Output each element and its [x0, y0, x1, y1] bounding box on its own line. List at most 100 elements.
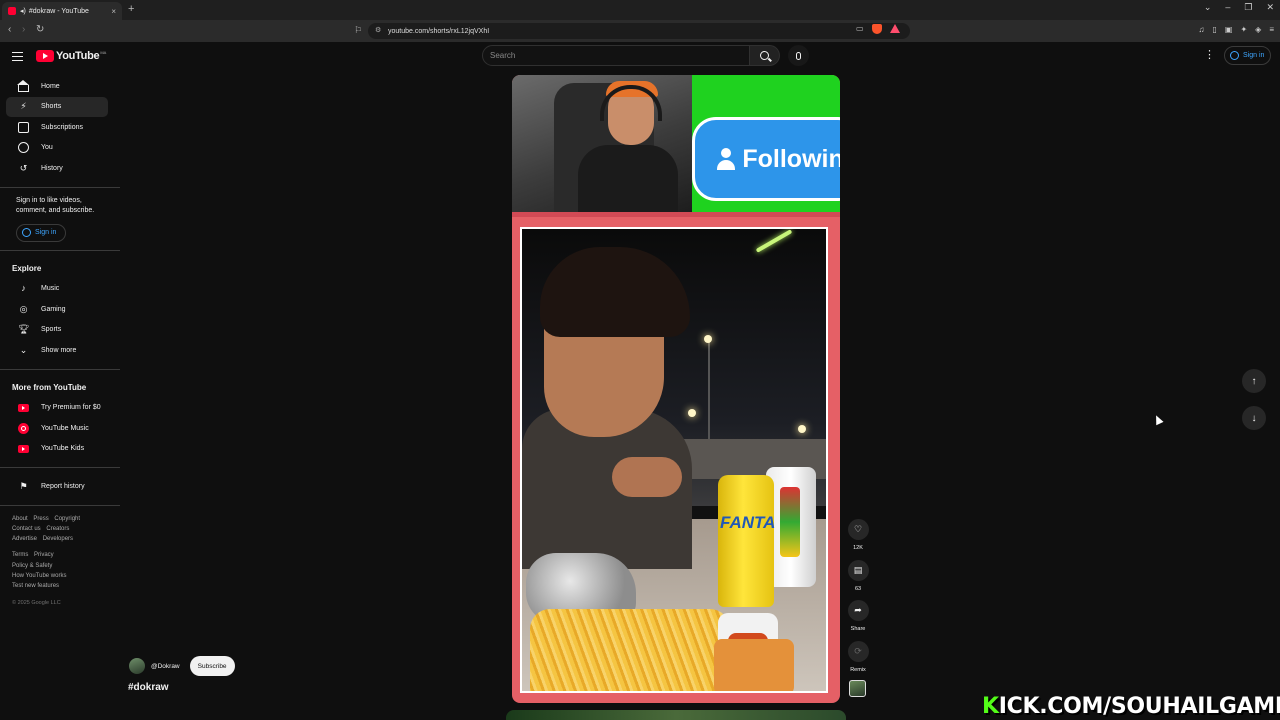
street-lamp [798, 425, 806, 433]
history-icon: ↺ [19, 162, 28, 173]
next-short-preview[interactable] [506, 710, 846, 720]
sidebar-item-subscriptions[interactable]: Subscriptions [6, 117, 108, 138]
reload-icon[interactable]: ↻ [36, 24, 44, 35]
sidebar-divider [0, 504, 120, 506]
remix-icon[interactable]: ⟳ [847, 640, 869, 662]
sidebar-item-youtube-kids[interactable]: YouTube Kids [6, 439, 108, 460]
footer-link[interactable]: Terms [12, 552, 28, 558]
search-button[interactable] [750, 45, 780, 66]
sidebar-toggle-icon[interactable]: ▯ [1213, 25, 1217, 34]
sidebar-item-premium[interactable]: Try Premium for $0 [6, 398, 108, 419]
sidebar-sign-in-button[interactable]: Sign in [16, 223, 66, 242]
browser-tab[interactable]: ◂) #dokraw - YouTube × [2, 2, 122, 20]
footer-link[interactable]: Developers [43, 536, 73, 542]
short-title[interactable]: #dokraw [128, 682, 169, 693]
flag-icon: ⚑ [19, 480, 28, 491]
vpn-icon[interactable]: ◈ [1255, 25, 1261, 34]
sound-avatar[interactable] [849, 680, 866, 697]
footer-link[interactable]: Privacy [34, 552, 54, 558]
sidebar-item-report-history[interactable]: ⚑ Report history [6, 476, 108, 497]
footer-link[interactable]: Press [33, 516, 48, 522]
sidebar-item-label: YouTube Kids [41, 445, 85, 453]
voice-search-button[interactable] [788, 45, 809, 66]
new-tab-button[interactable]: + [128, 3, 134, 15]
thumbs-up-icon[interactable]: ♡ [847, 519, 869, 540]
sidebar-item-show-more[interactable]: ⌄ Show more [6, 340, 108, 361]
sign-in-prompt: Sign in to like videos, comment, and sub… [16, 196, 95, 214]
wallet-icon[interactable]: ▣ [1225, 25, 1233, 34]
back-icon[interactable]: ‹ [8, 24, 11, 35]
menu-icon[interactable] [12, 52, 23, 61]
sidebar-item-label: Home [41, 82, 60, 90]
footer-link[interactable]: Advertise [12, 536, 37, 542]
sidebar-item-label: Subscriptions [41, 123, 84, 131]
sidebar-divider [0, 368, 120, 370]
previous-short-button[interactable]: ↑ [1242, 369, 1266, 393]
comment-count: 63 [854, 585, 862, 592]
header-sign-in-label: Sign in [1243, 52, 1265, 59]
sidebar-item-youtube-music[interactable]: YouTube Music [6, 418, 108, 439]
footer-link[interactable]: Test new features [12, 583, 59, 589]
shorts-video-player[interactable]: Following FANTA [512, 75, 840, 703]
url-text: youtube.com/shorts/rxL12jqVXhI [388, 27, 490, 35]
media-icon[interactable]: ♫ [1199, 25, 1205, 34]
footer-link[interactable]: Policy & Safety [12, 563, 52, 569]
speaker-icon[interactable]: ◂) [20, 7, 26, 15]
menu-icon[interactable]: ≡ [1269, 25, 1274, 34]
sidebar-item-sports[interactable]: 🏆︎ Sports [6, 320, 108, 341]
close-tab-icon[interactable]: × [111, 7, 116, 16]
sidebar-divider [0, 186, 120, 188]
channel-info: @Dokraw Subscribe [129, 656, 235, 676]
url-field[interactable]: ⚙ youtube.com/shorts/rxL12jqVXhI [368, 23, 910, 39]
footer-link[interactable]: About [12, 516, 28, 522]
bookmark-icon[interactable]: ⚐ [354, 25, 362, 36]
brave-rewards-icon[interactable] [889, 24, 900, 33]
minimize-icon[interactable]: – [1225, 2, 1230, 13]
subscribe-button[interactable]: Subscribe [189, 656, 235, 676]
tab-list-icon[interactable]: ⌄ [1204, 2, 1212, 13]
sidebar-item-label: Sports [41, 326, 62, 334]
cast-icon[interactable]: ▭ [856, 24, 864, 34]
footer-link[interactable]: Creators [46, 526, 69, 532]
street-lamp [704, 335, 712, 343]
streamer-webcam [512, 75, 692, 212]
comments-action: ▤ 63 [846, 559, 870, 601]
footer-link[interactable]: How YouTube works [12, 573, 66, 579]
close-window-icon[interactable]: ✕ [1266, 2, 1274, 13]
footer-links-primary: About Press Copyright Contact us Creator… [0, 514, 110, 545]
comment-icon[interactable]: ▤ [847, 559, 869, 581]
ai-icon[interactable]: ✦ [1240, 25, 1247, 34]
channel-avatar[interactable] [129, 658, 145, 674]
sidebar-item-music[interactable]: ♪ Music [6, 279, 108, 300]
soda-can [718, 475, 774, 607]
restore-icon[interactable]: ❐ [1244, 2, 1252, 13]
browser-tab-bar: ◂) #dokraw - YouTube × + ⌄ – ❐ ✕ [0, 0, 1280, 20]
chevron-down-icon: ⌄ [19, 344, 28, 355]
settings-more-icon[interactable]: ⋮ [1204, 50, 1215, 61]
brave-shields-icon[interactable] [871, 24, 882, 34]
sidebar-item-you[interactable]: You [6, 138, 108, 159]
next-short-button[interactable]: ↓ [1242, 406, 1266, 430]
share-action: ➦ Share [846, 600, 870, 641]
remix-label: Remix [850, 666, 866, 673]
youtube-logo[interactable]: YouTube MA [36, 50, 106, 62]
sidebar-item-label: Music [41, 285, 60, 293]
sidebar-item-shorts[interactable]: ⚡ Shorts [6, 96, 108, 117]
site-info-icon[interactable]: ⚙ [375, 26, 381, 34]
channel-handle[interactable]: @Dokraw [151, 663, 180, 670]
sidebar-item-history[interactable]: ↺ History [6, 158, 108, 179]
share-icon[interactable]: ➦ [847, 600, 869, 621]
food-dish [714, 639, 794, 691]
gaming-icon: ◎ [19, 303, 28, 314]
forward-icon[interactable]: › [22, 24, 25, 35]
header-sign-in-button[interactable]: Sign in [1224, 46, 1272, 65]
sidebar-item-gaming[interactable]: ◎ Gaming [6, 299, 108, 320]
kick-prefix: K [982, 694, 999, 719]
search-input[interactable]: Search [482, 45, 750, 66]
sidebar-item-home[interactable]: Home [6, 76, 108, 97]
footer-link[interactable]: Copyright [54, 516, 80, 522]
mouse-cursor-icon [1152, 413, 1164, 426]
sidebar-item-label: YouTube Music [41, 424, 89, 432]
youtube-favicon-icon [8, 7, 16, 15]
footer-link[interactable]: Contact us [12, 526, 41, 532]
